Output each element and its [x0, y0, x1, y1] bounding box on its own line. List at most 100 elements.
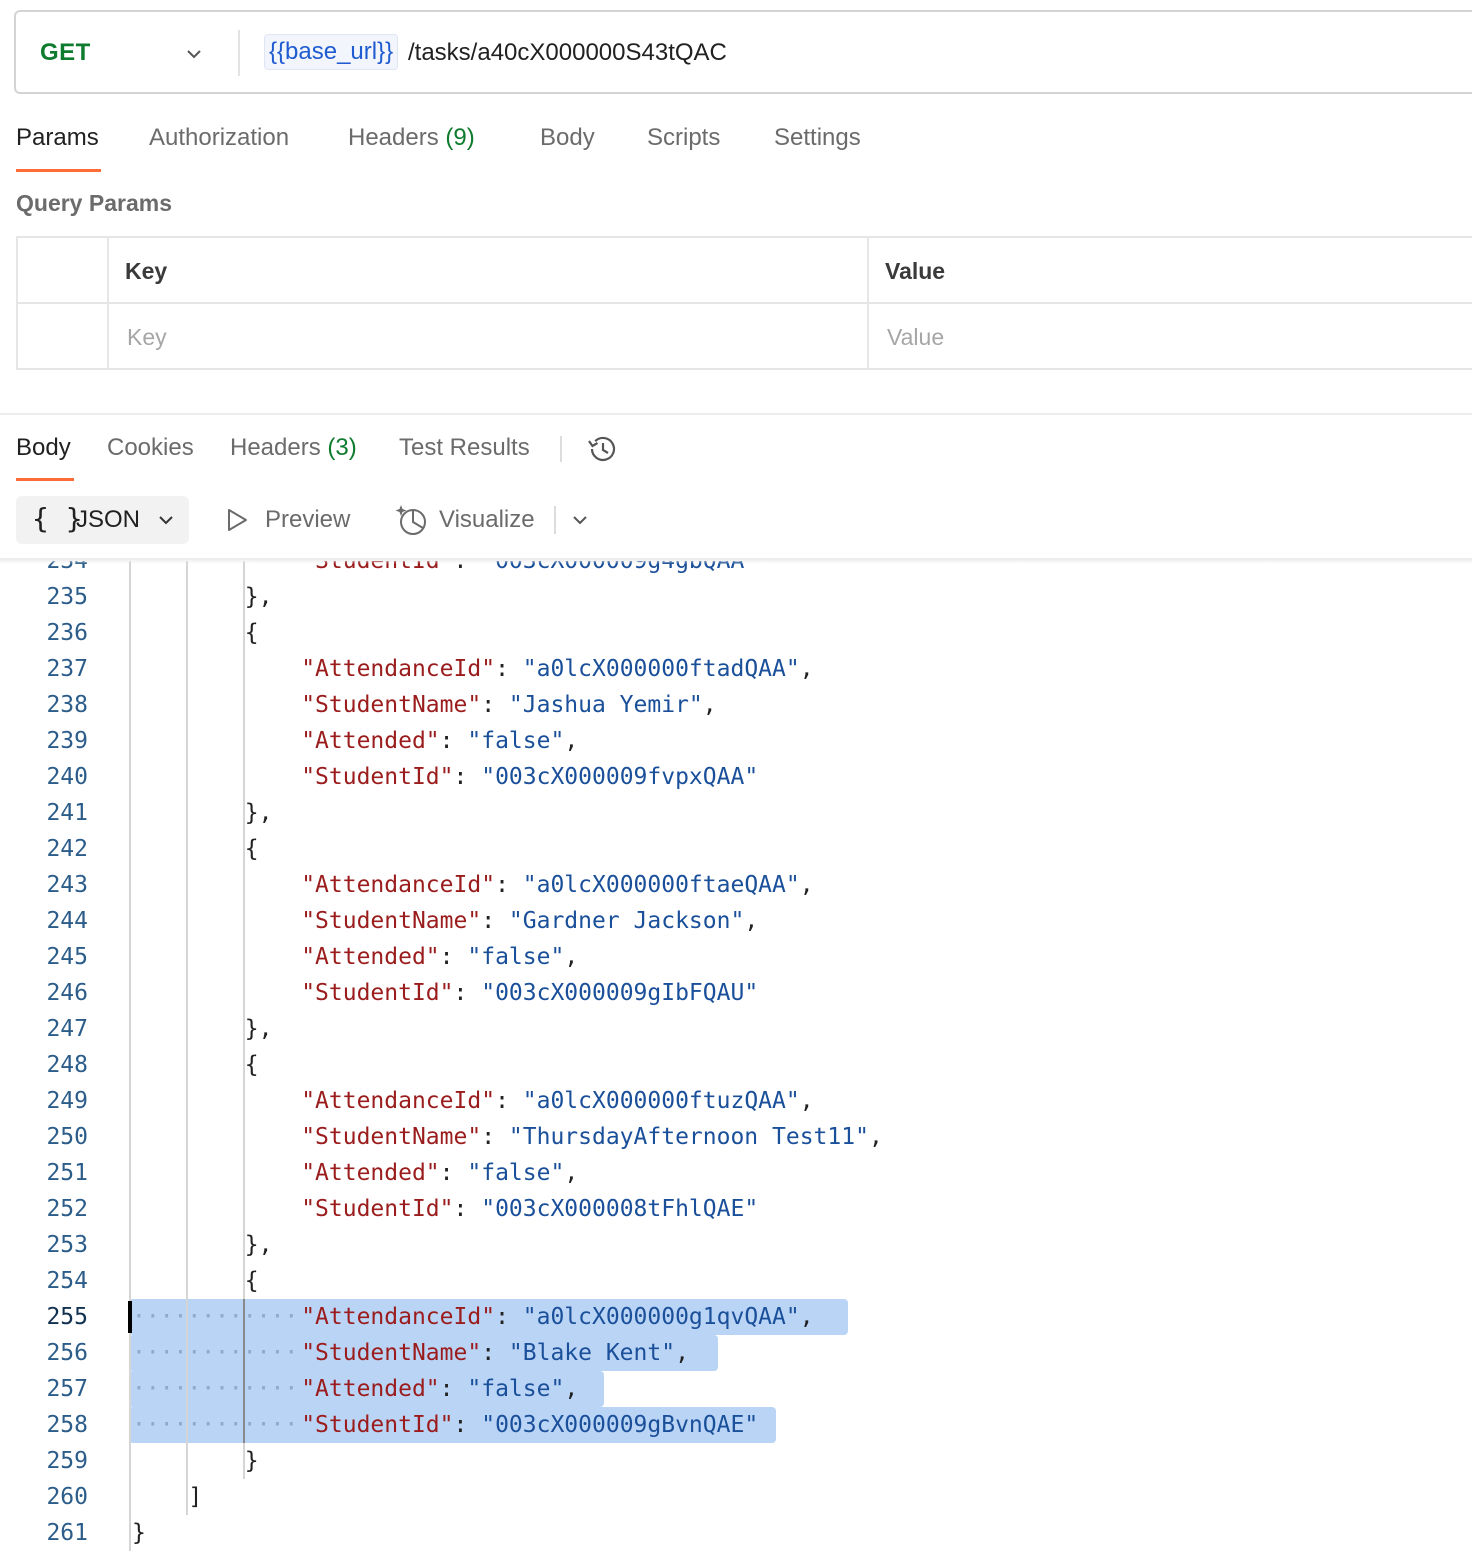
code-text: }, — [245, 1011, 273, 1047]
tab-response-body[interactable]: Body — [16, 434, 71, 462]
code-line: 237 "AttendanceId": "a0lcX000000ftadQAA", — [0, 651, 1472, 687]
code-text: ] — [188, 1479, 202, 1515]
code-line: 249 "AttendanceId": "a0lcX000000ftuzQAA", — [0, 1083, 1472, 1119]
line-number: 261 — [46, 1520, 88, 1546]
line-number: 250 — [46, 1124, 88, 1150]
line-number: 242 — [46, 836, 88, 862]
line-number: 239 — [46, 728, 88, 754]
visualize-icon[interactable] — [394, 502, 430, 538]
indent-guide — [129, 1335, 131, 1371]
indent-guide — [186, 687, 188, 723]
json-key: "StudentId" — [301, 764, 454, 790]
indent-guide — [186, 1011, 188, 1047]
json-punctuation: }, — [244, 584, 273, 610]
line-number: 238 — [46, 692, 88, 718]
line-number: 247 — [46, 1016, 88, 1042]
json-value: "003cX000009fvpxQAA" — [481, 764, 759, 790]
tab-headers[interactable]: Headers (9) — [348, 124, 475, 152]
code-text: "StudentId": "003cX000009gBvnQAE" — [301, 1407, 758, 1443]
key-input[interactable]: Key — [127, 324, 167, 351]
pane-divider[interactable] — [0, 413, 1472, 415]
indent-guide — [243, 1191, 245, 1227]
response-tabs: Body Cookies Headers (3) Test Results — [0, 418, 1472, 482]
json-punctuation: , — [564, 944, 579, 970]
whitespace-markers: ············ — [132, 1412, 299, 1438]
json-punctuation: } — [132, 1520, 146, 1546]
preview-button[interactable]: Preview — [265, 506, 350, 534]
format-select[interactable]: { } JSON — [16, 496, 189, 544]
line-number: 245 — [46, 944, 88, 970]
code-text: } — [132, 1515, 146, 1551]
indent-guide — [186, 867, 188, 903]
code-line: 261} — [0, 1515, 1472, 1551]
tab-authorization[interactable]: Authorization — [149, 124, 289, 152]
code-line: 259} — [0, 1443, 1472, 1479]
code-text: } — [245, 1443, 259, 1479]
code-line: 242 { — [0, 831, 1472, 867]
indent-guide — [186, 1155, 188, 1191]
code-text: "StudentName": "Jashua Yemir", — [301, 687, 716, 723]
line-number: 260 — [46, 1484, 88, 1510]
json-value: "false" — [467, 728, 565, 754]
json-key: "StudentName" — [301, 1124, 482, 1150]
json-key: "Attended" — [301, 1160, 440, 1186]
value-column-header: Value — [885, 258, 946, 284]
indent-guide — [129, 831, 131, 867]
indent-guide — [243, 939, 245, 975]
indent-guide — [129, 1443, 131, 1479]
indent-guide — [129, 687, 131, 723]
code-line: 238 "StudentName": "Jashua Yemir", — [0, 687, 1472, 723]
history-icon[interactable] — [585, 432, 619, 466]
response-body-editor[interactable]: 234 "StudentId": "003cX000009g4gbQAA" 235}… — [0, 561, 1472, 1560]
indent-guide — [186, 1263, 188, 1299]
json-punctuation: , — [702, 692, 717, 718]
json-punctuation: : — [481, 1340, 509, 1366]
indent-guide — [129, 1227, 131, 1263]
line-number: 241 — [46, 800, 88, 826]
json-key: "Attended" — [301, 728, 440, 754]
tab-params[interactable]: Params — [16, 124, 99, 152]
chevron-down-icon — [159, 516, 173, 525]
tab-response-headers-label: Headers — [230, 434, 321, 461]
json-punctuation: , — [799, 1304, 814, 1330]
active-tab-indicator — [16, 478, 74, 481]
play-icon[interactable] — [224, 506, 250, 534]
indent-guide — [186, 831, 188, 867]
indent-guide — [186, 795, 188, 831]
value-input[interactable]: Value — [887, 324, 944, 351]
indent-guide — [243, 903, 245, 939]
json-punctuation: : — [495, 1088, 523, 1114]
code-text: "StudentId": "003cX000008tFhlQAE" — [301, 1191, 758, 1227]
http-method-select[interactable]: GET — [40, 39, 91, 67]
tab-body[interactable]: Body — [540, 124, 595, 152]
url-input[interactable]: /tasks/a40cX000000S43tQAC — [408, 38, 727, 68]
indent-guide — [186, 759, 188, 795]
code-text: }, — [245, 1227, 273, 1263]
json-punctuation: : — [481, 908, 509, 934]
tab-scripts[interactable]: Scripts — [647, 124, 720, 152]
whitespace-markers: ············ — [132, 1340, 299, 1366]
chevron-down-icon[interactable] — [568, 508, 592, 532]
json-punctuation: , — [564, 728, 579, 754]
divider — [554, 506, 556, 534]
json-key: "StudentName" — [301, 692, 482, 718]
chevron-down-icon[interactable] — [182, 42, 206, 66]
indent-guide — [129, 651, 131, 687]
indent-guide — [243, 1119, 245, 1155]
indent-guide — [129, 1515, 131, 1551]
code-text: { — [245, 615, 259, 651]
tab-cookies[interactable]: Cookies — [107, 434, 194, 462]
tab-settings[interactable]: Settings — [774, 124, 861, 152]
code-text: "AttendanceId": "a0lcX000000ftadQAA", — [301, 651, 813, 687]
visualize-button[interactable]: Visualize — [439, 506, 535, 534]
url-variable[interactable]: {{base_url}} — [264, 34, 399, 70]
tab-response-headers[interactable]: Headers (3) — [230, 434, 357, 462]
response-headers-count-badge: (3) — [327, 434, 357, 461]
json-key: "AttendanceId" — [301, 656, 496, 682]
json-punctuation: } — [244, 1448, 259, 1474]
braces-icon: { } — [32, 502, 83, 535]
json-punctuation: { — [244, 836, 259, 862]
tab-test-results[interactable]: Test Results — [399, 434, 530, 462]
code-text: }, — [245, 579, 273, 615]
code-line: 239 "Attended": "false", — [0, 723, 1472, 759]
